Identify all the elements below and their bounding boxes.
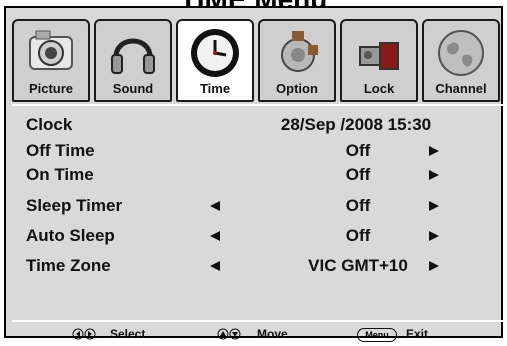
- setting-label: Sleep Timer: [26, 196, 123, 215]
- tab-picture[interactable]: Picture: [12, 19, 90, 102]
- chevron-left-icon[interactable]: [208, 229, 222, 243]
- headphones-icon: [111, 38, 155, 74]
- tab-bar: Picture Sound Time Option Lock Channel: [12, 14, 507, 104]
- setting-label: Time Zone: [26, 256, 111, 275]
- setting-row-off-time[interactable]: Off Time Off: [26, 141, 496, 163]
- tab-label-lock: Lock: [363, 81, 395, 96]
- tab-channel[interactable]: Channel: [422, 19, 500, 102]
- setting-row-sleep-timer[interactable]: Sleep Timer Off: [26, 196, 496, 218]
- chevron-right-icon[interactable]: [427, 229, 441, 243]
- tab-lock[interactable]: Lock: [340, 19, 418, 102]
- setting-row-clock[interactable]: Clock 28/Sep /2008 15:30: [26, 115, 496, 137]
- setting-row-time-zone[interactable]: Time Zone VIC GMT+10: [26, 256, 496, 278]
- select-hint: Select: [110, 327, 146, 341]
- gear-icon: [281, 31, 318, 72]
- tab-label-picture: Picture: [28, 81, 74, 96]
- chevron-left-icon[interactable]: [208, 199, 222, 213]
- tab-label-channel: Channel: [435, 81, 487, 96]
- globe-icon: [438, 30, 484, 76]
- up-down-keys-icon: [217, 328, 241, 340]
- chevron-left-icon[interactable]: [208, 259, 222, 273]
- clock-icon: [191, 29, 239, 77]
- setting-value: Off: [345, 196, 371, 215]
- tab-time[interactable]: Time: [176, 19, 254, 102]
- setting-value: Off: [345, 141, 371, 160]
- tab-label-time: Time: [199, 81, 231, 96]
- exit-hint: Exit: [406, 327, 429, 341]
- setting-value: VIC GMT+10: [308, 256, 408, 275]
- move-hint: Move: [257, 327, 288, 341]
- left-right-keys-icon: [72, 328, 96, 340]
- chevron-right-icon[interactable]: [427, 144, 441, 158]
- setting-label: Off Time: [26, 141, 95, 160]
- tab-label-option: Option: [276, 81, 318, 96]
- setting-value: Off: [345, 165, 371, 184]
- menu-panel: Picture Sound Time Option Lock Channel C…: [4, 6, 507, 342]
- setting-label: Clock: [26, 115, 73, 134]
- setting-label: Auto Sleep: [26, 226, 115, 245]
- setting-value: Off: [345, 226, 371, 245]
- chevron-right-icon[interactable]: [427, 199, 441, 213]
- chevron-right-icon[interactable]: [427, 168, 441, 182]
- camera-icon: [29, 30, 73, 70]
- header-divider: [12, 104, 507, 106]
- setting-label: On Time: [26, 165, 94, 184]
- tab-option[interactable]: Option: [258, 19, 336, 102]
- tab-sound[interactable]: Sound: [94, 19, 172, 102]
- chevron-right-icon[interactable]: [427, 259, 441, 273]
- setting-value: 28/Sep /2008 15:30: [280, 115, 432, 134]
- footer-hints: Select Move Menu Exit: [12, 320, 507, 346]
- setting-row-on-time[interactable]: On Time Off: [26, 165, 496, 187]
- tab-label-sound: Sound: [112, 81, 154, 96]
- setting-row-auto-sleep[interactable]: Auto Sleep Off: [26, 226, 496, 248]
- lock-icon: [359, 42, 399, 70]
